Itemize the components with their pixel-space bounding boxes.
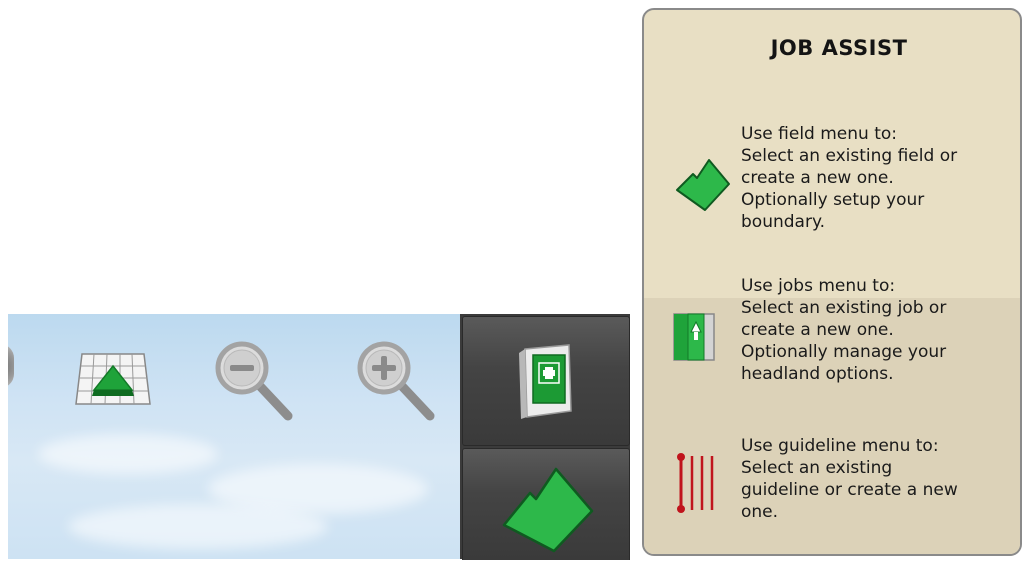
assist-line: headland options.	[741, 364, 894, 384]
grid-field-icon	[75, 353, 151, 405]
map-view-toggle-button[interactable]	[74, 336, 154, 410]
menu-sidebar	[460, 314, 630, 560]
jobs-menu-button[interactable]	[462, 316, 630, 446]
jobs-book-icon	[519, 344, 572, 419]
assist-line: Use field menu to:	[741, 124, 898, 144]
assist-item-guideline: Use guideline menu to: Select an existin…	[741, 435, 1021, 523]
assist-line: Use jobs menu to:	[741, 276, 896, 296]
zoom-in-icon	[357, 341, 435, 421]
assist-line: create a new one.	[741, 320, 894, 340]
assist-line: one.	[741, 502, 779, 522]
assist-title: JOB ASSIST	[770, 36, 908, 60]
assist-line: Optionally setup your	[741, 190, 925, 210]
assist-line: create a new one.	[741, 168, 894, 188]
assist-line: guideline or create a new	[741, 480, 958, 500]
assist-line: Optionally manage your	[741, 342, 947, 362]
assist-line: Select an existing job or	[741, 298, 947, 318]
zoom-out-button[interactable]	[208, 334, 298, 424]
guideline-icon	[677, 453, 714, 513]
zoom-out-icon	[215, 341, 293, 421]
field-icon	[502, 467, 594, 552]
assist-item-jobs: Use jobs menu to: Select an existing job…	[741, 275, 1021, 385]
panel-handle[interactable]	[8, 344, 14, 388]
field-icon	[676, 159, 730, 211]
job-assist-panel: JOB ASSIST Use field menu to: Select an …	[642, 8, 1022, 556]
assist-item-field: Use field menu to: Select an existing fi…	[741, 123, 1021, 233]
assist-line: boundary.	[741, 212, 825, 232]
assist-line: Use guideline menu to:	[741, 436, 939, 456]
field-menu-button[interactable]	[462, 448, 630, 560]
jobs-icon	[673, 313, 715, 361]
assist-line: Select an existing field or	[741, 146, 958, 166]
assist-line: Select an existing	[741, 458, 893, 478]
zoom-in-button[interactable]	[350, 334, 440, 424]
map-view[interactable]	[8, 314, 460, 559]
